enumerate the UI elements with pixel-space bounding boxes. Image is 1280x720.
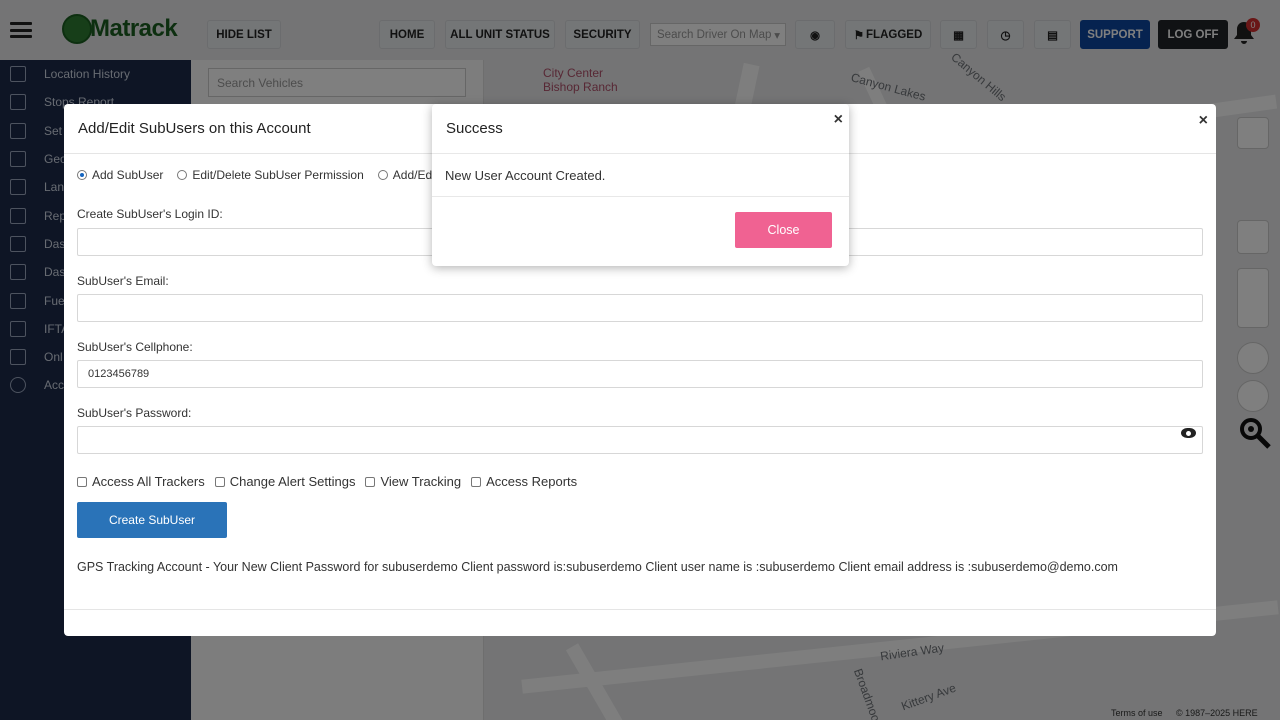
success-modal-header: Success × [432, 104, 849, 154]
success-modal: Success × New User Account Created. Clos… [432, 104, 849, 266]
close-icon[interactable]: × [834, 111, 843, 129]
success-modal-title: Success [446, 120, 503, 137]
close-button[interactable]: Close [735, 212, 832, 248]
success-message: New User Account Created. [445, 167, 606, 183]
success-modal-body: New User Account Created. [432, 154, 849, 197]
